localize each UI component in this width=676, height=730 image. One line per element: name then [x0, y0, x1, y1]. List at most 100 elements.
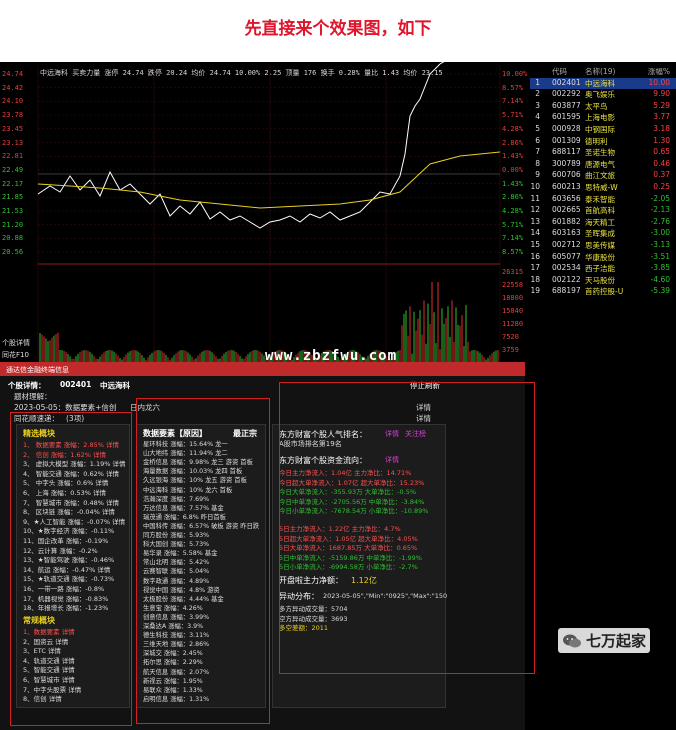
stock-list-row[interactable]: 8 300789 唐源电气 0.46 [530, 159, 676, 171]
row-code: 603656 [552, 193, 581, 203]
stock-list-row[interactable]: 19 688197 首药控股-U -5.39 [530, 286, 676, 298]
logo-text: 七万起家 [586, 632, 647, 650]
row-name: 中远海科 [585, 78, 615, 88]
row-name: 上海电影 [585, 113, 615, 123]
intraday-chart[interactable]: 中远海科 买卖力量 涨停 24.74 跌停 20.24 均价 24.74 10.… [0, 62, 527, 362]
wechat-icon [563, 634, 581, 647]
row-name: 德明利 [585, 136, 608, 146]
row-code: 002292 [552, 89, 581, 99]
row-code: 000928 [552, 123, 581, 133]
row-name: 海天精工 [585, 217, 615, 227]
row-name: 太平鸟 [585, 101, 608, 111]
row-change: 9.90 [653, 89, 670, 99]
stock-list-row[interactable]: 13 601882 海天精工 -2.76 [530, 217, 676, 229]
header-code[interactable]: 代码 [552, 66, 567, 77]
stock-list-row[interactable]: 1 002401 中远海科 10.00 [530, 77, 676, 90]
row-code: 002665 [552, 205, 581, 215]
row-index: 13 [530, 216, 540, 226]
vol-left-label-2[interactable]: 同花F10 [2, 350, 29, 360]
row-name: 圣诺生物 [585, 148, 615, 158]
row-change: 10.00 [648, 77, 670, 87]
row-index: 3 [535, 100, 540, 110]
row-change: 0.65 [653, 147, 670, 157]
stock-detail-code: 002401 [60, 380, 92, 389]
row-index: 1 [535, 77, 540, 87]
row-index: 10 [530, 181, 540, 191]
row-name: 唐源电气 [585, 159, 615, 169]
row-name: 思特威-W [585, 182, 618, 192]
price-chart-svg [37, 62, 501, 362]
row-code: 600213 [552, 181, 581, 191]
annotation-frame-left [10, 412, 132, 726]
row-change: -2.76 [650, 216, 670, 226]
annotation-frame-middle [136, 398, 270, 724]
row-index: 2 [535, 89, 540, 99]
stock-list-row[interactable]: 15 002712 思美传媒 -3.13 [530, 240, 676, 252]
row-change: -2.05 [650, 193, 670, 203]
row-index: 14 [530, 228, 540, 238]
stock-list-header: 代码 名称(19) 涨幅% [530, 66, 676, 78]
stock-list-row[interactable]: 3 603877 太平鸟 5.29 [530, 101, 676, 113]
row-change: 0.46 [653, 158, 670, 168]
window-title: 通达信金融终端信息 [0, 364, 525, 376]
row-name: 奥飞娱乐 [585, 90, 615, 100]
row-index: 5 [535, 123, 540, 133]
vol-left-label[interactable]: 个股详情 [2, 338, 30, 348]
row-index: 7 [535, 147, 540, 157]
stock-list-row[interactable]: 9 600706 曲江文旅 0.37 [530, 170, 676, 182]
row-change: 0.25 [653, 181, 670, 191]
row-name: 天马股份 [585, 275, 615, 285]
row-change: -4.60 [650, 274, 670, 284]
row-index: 18 [530, 274, 540, 284]
average-price-line [37, 151, 501, 209]
row-change: -3.51 [650, 251, 670, 261]
row-name: 华康股份 [585, 252, 615, 262]
row-name: 首航高科 [585, 206, 615, 216]
row-change: 3.18 [653, 123, 670, 133]
stock-list-row[interactable]: 17 002534 西子洁能 -3.85 [530, 263, 676, 275]
row-index: 17 [530, 263, 540, 273]
stock-list-row[interactable]: 12 002665 首航高科 -2.13 [530, 205, 676, 217]
row-index: 12 [530, 205, 540, 215]
row-index: 15 [530, 239, 540, 249]
stock-list-row[interactable]: 5 000928 中钢国际 3.18 [530, 124, 676, 136]
stock-list-row[interactable]: 4 601595 上海电影 3.77 [530, 112, 676, 124]
row-index: 11 [530, 193, 540, 203]
stock-list-row[interactable]: 14 603163 圣晖集成 -3.00 [530, 228, 676, 240]
stock-list-row[interactable]: 10 600213 思特威-W 0.25 [530, 182, 676, 194]
row-code: 002534 [552, 263, 581, 273]
row-change: -3.85 [650, 263, 670, 273]
stock-list: 代码 名称(19) 涨幅% 1 002401 中远海科 10.00 2 002292 奥飞娱… [530, 66, 676, 298]
annotation-frame-right [279, 382, 535, 674]
row-name: 首药控股-U [585, 287, 624, 297]
stock-list-row[interactable]: 16 605077 华康股份 -3.51 [530, 252, 676, 264]
row-code: 688117 [552, 147, 581, 157]
row-index: 4 [535, 112, 540, 122]
row-change: 5.29 [653, 100, 670, 110]
row-name: 中钢国际 [585, 124, 615, 134]
row-index: 16 [530, 251, 540, 261]
stock-list-row[interactable]: 6 001309 德明利 1.30 [530, 136, 676, 148]
row-index: 8 [535, 158, 540, 168]
row-index: 19 [530, 286, 540, 296]
row-name: 西子洁能 [585, 264, 615, 274]
header-change[interactable]: 涨幅% [648, 66, 670, 77]
topic-label: 题材理解： [14, 392, 52, 401]
row-code: 601882 [552, 216, 581, 226]
row-change: -2.13 [650, 205, 670, 215]
stock-list-row[interactable]: 18 002122 天马股份 -4.60 [530, 275, 676, 287]
stock-list-row[interactable]: 7 688117 圣诺生物 0.65 [530, 147, 676, 159]
row-code: 600706 [552, 170, 581, 180]
row-code: 603163 [552, 228, 581, 238]
header-name[interactable]: 名称(19) [585, 66, 615, 77]
price-line [37, 62, 445, 229]
row-name: 圣晖集成 [585, 229, 615, 239]
stock-list-row[interactable]: 2 002292 奥飞娱乐 9.90 [530, 89, 676, 101]
stock-list-row[interactable]: 11 603656 泰禾智能 -2.05 [530, 194, 676, 206]
row-code: 688197 [552, 286, 581, 296]
row-code: 300789 [552, 158, 581, 168]
stock-detail-label: 个股详情： [8, 381, 46, 390]
row-change: -5.39 [650, 286, 670, 296]
page-heading: 先直接来个效果图，如下 [244, 19, 432, 39]
row-change: 1.30 [653, 135, 670, 145]
